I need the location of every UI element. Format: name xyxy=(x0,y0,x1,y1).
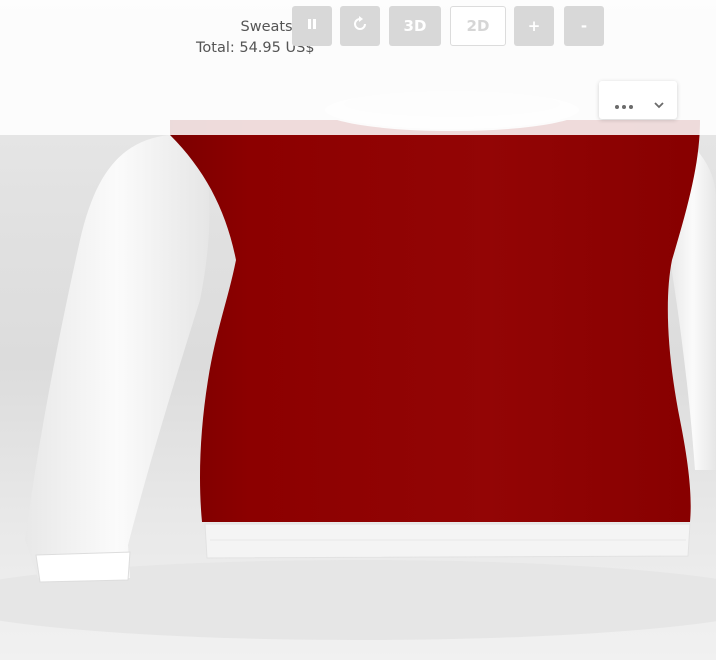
more-horizontal-icon xyxy=(614,97,634,109)
view-3d-button[interactable]: 3D xyxy=(389,6,441,46)
view-2d-button[interactable]: 2D xyxy=(450,6,506,46)
rotate-icon xyxy=(352,16,368,36)
chevron-down-icon xyxy=(654,96,664,109)
rotate-button[interactable] xyxy=(340,6,380,46)
pause-icon xyxy=(305,17,319,35)
total-label: Total: xyxy=(196,40,235,56)
zoom-in-button[interactable]: + xyxy=(514,6,554,46)
more-options-dropdown[interactable] xyxy=(599,81,677,119)
pause-button[interactable] xyxy=(292,6,332,46)
zoom-out-button[interactable]: - xyxy=(564,6,604,46)
